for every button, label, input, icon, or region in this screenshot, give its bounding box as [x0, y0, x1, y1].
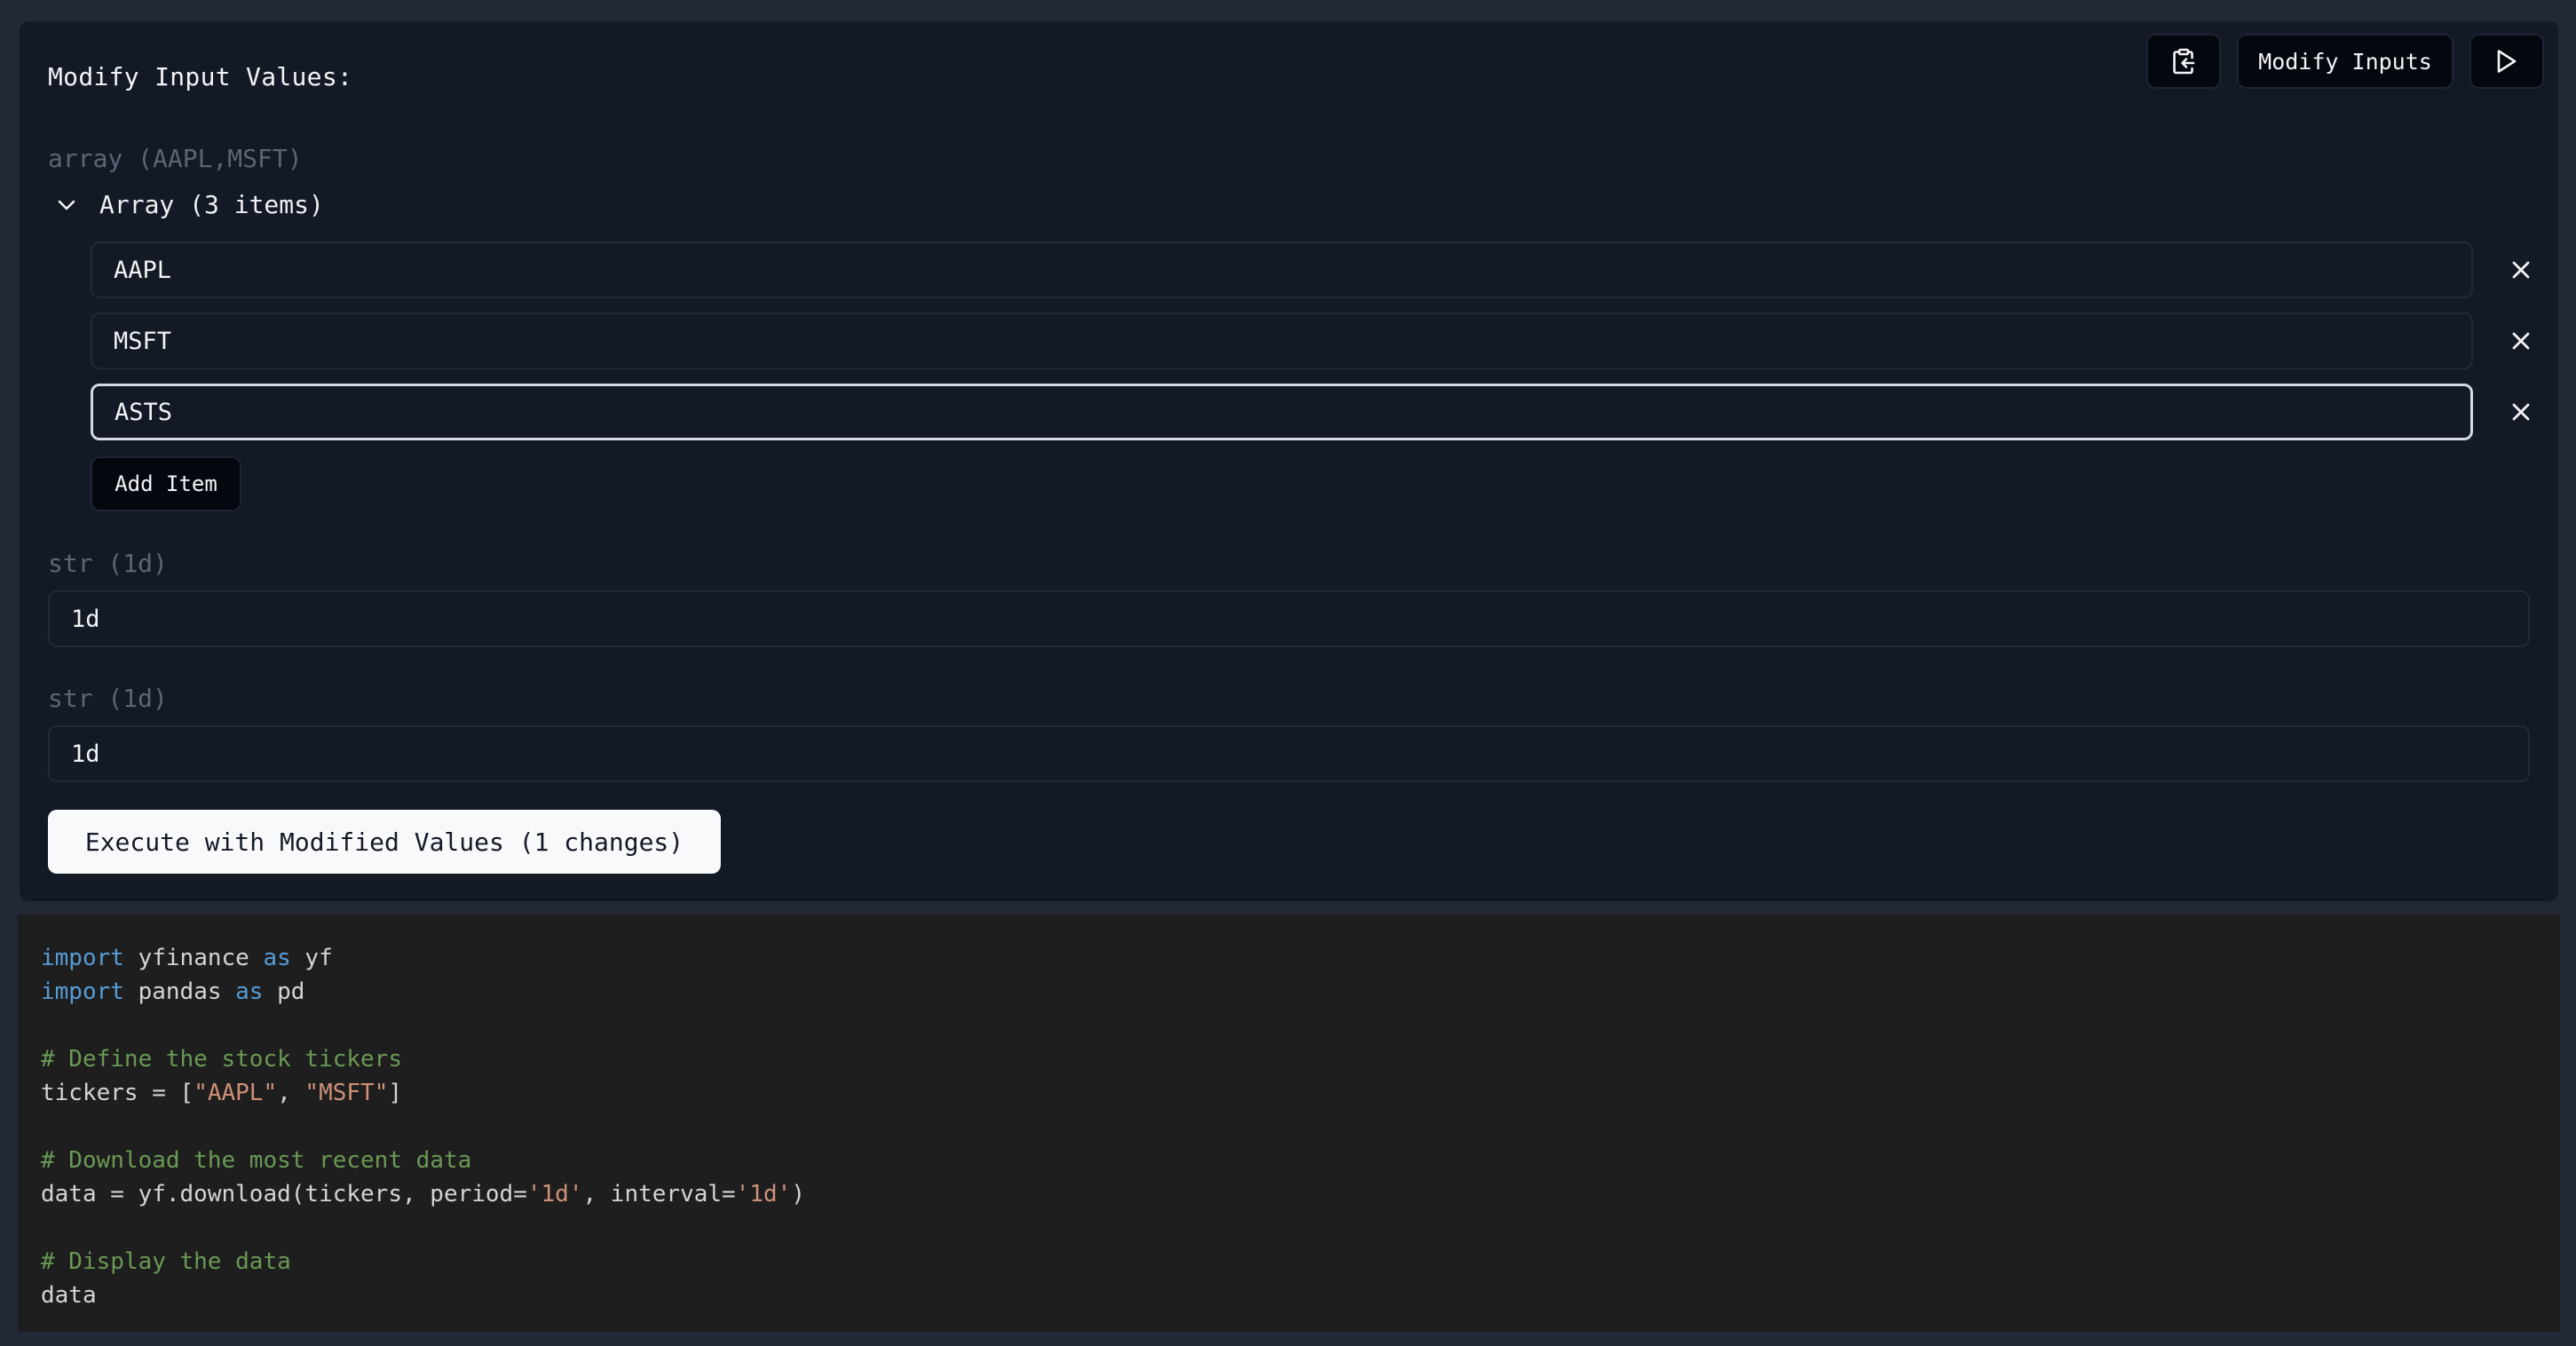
execute-modified-button[interactable]: Execute with Modified Values (1 changes)	[48, 810, 721, 874]
code-line: tickers = ["AAPL", "MSFT"]	[41, 1076, 2560, 1110]
paste-inputs-button[interactable]	[2146, 34, 2221, 89]
top-actions: Modify Inputs	[2146, 34, 2544, 89]
interval-field-label: str (1d)	[48, 684, 168, 713]
array-item-input[interactable]	[91, 241, 2473, 298]
array-item-row	[91, 313, 2540, 369]
code-string: "AAPL"	[194, 1080, 278, 1106]
interval-input[interactable]	[48, 725, 2530, 782]
code-keyword: import	[41, 978, 124, 1005]
clipboard-paste-icon	[2173, 48, 2195, 75]
array-item-row	[91, 384, 2540, 440]
code-text: tickers = [	[41, 1080, 194, 1106]
code-text: data = yf.download(tickers, period=	[41, 1181, 527, 1207]
period-field-label: str (1d)	[48, 549, 168, 578]
remove-item-button[interactable]	[2503, 394, 2539, 430]
code-line: data	[41, 1279, 2560, 1312]
code-text: pandas	[123, 978, 236, 1005]
code-string: '1d'	[526, 1181, 583, 1207]
close-icon	[2512, 332, 2530, 350]
modify-inputs-panel: Modify Input Values: Modify Inputs array…	[20, 21, 2558, 901]
array-item-input[interactable]	[91, 313, 2473, 369]
code-line: # Download the most recent data	[41, 1144, 2560, 1177]
play-icon	[2497, 50, 2517, 73]
array-toggle-label: Array (3 items)	[99, 190, 324, 219]
code-line: data = yf.download(tickers, period='1d',…	[41, 1177, 2560, 1211]
code-text: )	[791, 1181, 805, 1207]
code-line: # Display the data	[41, 1245, 2560, 1279]
code-text: yfinance	[123, 945, 264, 971]
code-string: '1d'	[735, 1181, 792, 1207]
code-string: "MSFT"	[304, 1080, 389, 1106]
code-text: data	[41, 1282, 97, 1309]
code-line: # Define the stock tickers	[41, 1042, 2560, 1076]
code-keyword: import	[41, 945, 124, 971]
add-item-button[interactable]: Add Item	[91, 456, 241, 511]
code-text: pd	[263, 978, 305, 1005]
code-line: import pandas as pd	[41, 975, 2560, 1009]
remove-item-button[interactable]	[2503, 252, 2539, 288]
array-item-input-focused[interactable]	[91, 384, 2473, 440]
code-text: ]	[388, 1080, 402, 1106]
close-icon	[2512, 261, 2530, 279]
code-block: import yfinance as yf import pandas as pd…	[18, 914, 2560, 1332]
chevron-down-icon	[58, 200, 75, 210]
modify-inputs-button[interactable]: Modify Inputs	[2237, 34, 2454, 89]
array-field-label: array (AAPL,MSFT)	[48, 144, 303, 173]
panel-title: Modify Input Values:	[48, 62, 353, 91]
code-text: ,	[277, 1080, 305, 1106]
period-input[interactable]	[48, 590, 2530, 647]
run-button[interactable]	[2469, 34, 2544, 89]
array-toggle[interactable]: Array (3 items)	[57, 190, 324, 219]
code-keyword: as	[263, 945, 291, 971]
code-keyword: as	[235, 978, 264, 1005]
code-comment: # Display the data	[41, 1248, 291, 1275]
code-comment: # Download the most recent data	[41, 1147, 472, 1174]
code-line: import yfinance as yf	[41, 941, 2560, 975]
close-icon	[2512, 403, 2530, 421]
code-text: , interval=	[582, 1181, 736, 1207]
array-item-row	[91, 241, 2540, 298]
code-text: yf	[290, 945, 333, 971]
remove-item-button[interactable]	[2503, 323, 2539, 359]
code-comment: # Define the stock tickers	[41, 1046, 402, 1073]
